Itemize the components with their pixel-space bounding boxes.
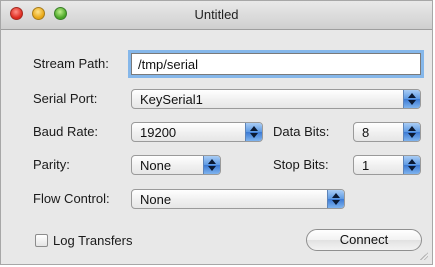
popup-arrows-icon	[327, 190, 344, 208]
log-transfers-label[interactable]: Log Transfers	[53, 233, 133, 248]
parity-value: None	[140, 158, 172, 173]
serial-settings-window: Untitled Stream Path: Serial Port: KeySe…	[0, 0, 433, 265]
popup-arrows-icon	[403, 90, 420, 108]
serial-port-popup[interactable]: KeySerial1	[131, 89, 421, 109]
baud-rate-popup[interactable]: 19200	[131, 122, 263, 142]
resize-grip-icon[interactable]	[418, 250, 428, 260]
popup-arrows-icon	[245, 123, 262, 141]
serial-port-value: KeySerial1	[140, 92, 203, 107]
popup-arrows-icon	[203, 156, 220, 174]
flow-control-label: Flow Control:	[33, 191, 110, 206]
stream-path-input[interactable]	[131, 53, 421, 75]
popup-arrows-icon	[403, 123, 420, 141]
parity-popup[interactable]: None	[131, 155, 221, 175]
stop-bits-label: Stop Bits:	[273, 157, 329, 172]
stop-bits-popup[interactable]: 1	[353, 155, 421, 175]
stop-bits-value: 1	[362, 158, 370, 173]
title-bar[interactable]: Untitled	[1, 1, 432, 30]
settings-form: Stream Path: Serial Port: KeySerial1 Bau…	[1, 30, 432, 264]
window-title: Untitled	[194, 7, 239, 22]
baud-rate-label: Baud Rate:	[33, 124, 99, 139]
serial-port-label: Serial Port:	[33, 91, 98, 106]
stream-path-label: Stream Path:	[33, 56, 109, 71]
data-bits-popup[interactable]: 8	[353, 122, 421, 142]
connect-button[interactable]: Connect	[306, 229, 422, 251]
flow-control-popup[interactable]: None	[131, 189, 345, 209]
data-bits-value: 8	[362, 125, 370, 140]
data-bits-label: Data Bits:	[273, 124, 330, 139]
flow-control-value: None	[140, 192, 172, 207]
log-transfers-checkbox[interactable]	[35, 234, 48, 247]
baud-rate-value: 19200	[140, 125, 177, 140]
popup-arrows-icon	[403, 156, 420, 174]
parity-label: Parity:	[33, 157, 70, 172]
